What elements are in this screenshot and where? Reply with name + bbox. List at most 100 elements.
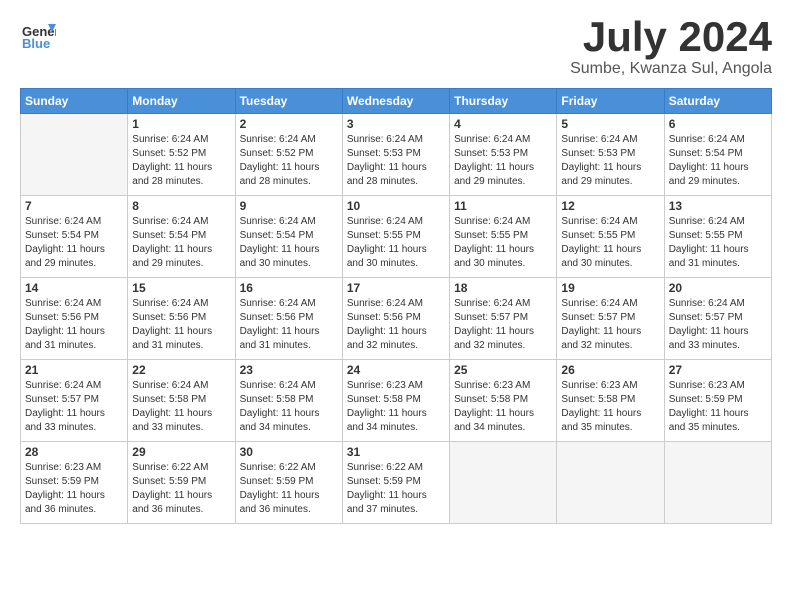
day-info: Sunrise: 6:24 AM Sunset: 5:54 PM Dayligh… — [240, 215, 338, 271]
day-info: Sunrise: 6:24 AM Sunset: 5:53 PM Dayligh… — [347, 133, 445, 189]
table-row: 2 Sunrise: 6:24 AM Sunset: 5:52 PM Daylig… — [235, 114, 342, 196]
table-row: 4 Sunrise: 6:24 AM Sunset: 5:53 PM Daylig… — [450, 114, 557, 196]
page: General Blue July 2024 Sumbe, Kwanza Sul… — [0, 0, 792, 612]
logo: General Blue — [20, 16, 56, 52]
table-row: 3 Sunrise: 6:24 AM Sunset: 5:53 PM Daylig… — [342, 114, 449, 196]
day-info: Sunrise: 6:24 AM Sunset: 5:57 PM Dayligh… — [454, 297, 552, 353]
day-info: Sunrise: 6:24 AM Sunset: 5:54 PM Dayligh… — [132, 215, 230, 271]
day-info: Sunrise: 6:24 AM Sunset: 5:55 PM Dayligh… — [561, 215, 659, 271]
header-monday: Monday — [128, 89, 235, 114]
table-row: 25 Sunrise: 6:23 AM Sunset: 5:58 PM Dayli… — [450, 360, 557, 442]
month-title: July 2024 — [570, 16, 772, 58]
day-info: Sunrise: 6:24 AM Sunset: 5:57 PM Dayligh… — [25, 379, 123, 435]
day-info: Sunrise: 6:24 AM Sunset: 5:55 PM Dayligh… — [669, 215, 767, 271]
title-area: July 2024 Sumbe, Kwanza Sul, Angola — [570, 16, 772, 78]
calendar-week-row: 1 Sunrise: 6:24 AM Sunset: 5:52 PM Daylig… — [21, 114, 772, 196]
header: General Blue July 2024 Sumbe, Kwanza Sul… — [20, 16, 772, 78]
table-row: 18 Sunrise: 6:24 AM Sunset: 5:57 PM Dayli… — [450, 278, 557, 360]
day-number: 21 — [25, 363, 123, 377]
day-number: 25 — [454, 363, 552, 377]
day-number: 4 — [454, 117, 552, 131]
day-info: Sunrise: 6:24 AM Sunset: 5:54 PM Dayligh… — [25, 215, 123, 271]
day-info: Sunrise: 6:24 AM Sunset: 5:57 PM Dayligh… — [561, 297, 659, 353]
table-row: 14Sunrise: 6:24 AM Sunset: 5:56 PM Dayli… — [21, 278, 128, 360]
day-info: Sunrise: 6:24 AM Sunset: 5:52 PM Dayligh… — [132, 133, 230, 189]
table-row: 13 Sunrise: 6:24 AM Sunset: 5:55 PM Dayli… — [664, 196, 771, 278]
day-number: 29 — [132, 445, 230, 459]
day-info: Sunrise: 6:24 AM Sunset: 5:56 PM Dayligh… — [347, 297, 445, 353]
calendar-week-row: 7 Sunrise: 6:24 AM Sunset: 5:54 PM Daylig… — [21, 196, 772, 278]
day-number: 5 — [561, 117, 659, 131]
day-info: Sunrise: 6:24 AM Sunset: 5:58 PM Dayligh… — [132, 379, 230, 435]
table-row: 9 Sunrise: 6:24 AM Sunset: 5:54 PM Daylig… — [235, 196, 342, 278]
header-thursday: Thursday — [450, 89, 557, 114]
day-number: 31 — [347, 445, 445, 459]
day-info: Sunrise: 6:24 AM Sunset: 5:57 PM Dayligh… — [669, 297, 767, 353]
day-info: Sunrise: 6:24 AM Sunset: 5:56 PM Dayligh… — [240, 297, 338, 353]
header-sunday: Sunday — [21, 89, 128, 114]
table-row: 19Sunrise: 6:24 AM Sunset: 5:57 PM Dayli… — [557, 278, 664, 360]
day-number: 27 — [669, 363, 767, 377]
day-info: Sunrise: 6:23 AM Sunset: 5:59 PM Dayligh… — [25, 461, 123, 517]
day-info: Sunrise: 6:24 AM Sunset: 5:52 PM Dayligh… — [240, 133, 338, 189]
calendar-table: Sunday Monday Tuesday Wednesday Thursday… — [20, 88, 772, 524]
day-number: 16 — [240, 281, 338, 295]
table-row: 12Sunrise: 6:24 AM Sunset: 5:55 PM Dayli… — [557, 196, 664, 278]
day-number: 15 — [132, 281, 230, 295]
header-saturday: Saturday — [664, 89, 771, 114]
day-number: 23 — [240, 363, 338, 377]
day-info: Sunrise: 6:24 AM Sunset: 5:58 PM Dayligh… — [240, 379, 338, 435]
day-number: 3 — [347, 117, 445, 131]
table-row: 10 Sunrise: 6:24 AM Sunset: 5:55 PM Dayli… — [342, 196, 449, 278]
day-info: Sunrise: 6:23 AM Sunset: 5:58 PM Dayligh… — [454, 379, 552, 435]
table-row: 11Sunrise: 6:24 AM Sunset: 5:55 PM Dayli… — [450, 196, 557, 278]
day-number: 7 — [25, 199, 123, 213]
table-row: 27Sunrise: 6:23 AM Sunset: 5:59 PM Dayli… — [664, 360, 771, 442]
day-number: 14 — [25, 281, 123, 295]
table-row: 15 Sunrise: 6:24 AM Sunset: 5:56 PM Dayli… — [128, 278, 235, 360]
day-info: Sunrise: 6:24 AM Sunset: 5:55 PM Dayligh… — [347, 215, 445, 271]
day-number: 1 — [132, 117, 230, 131]
header-wednesday: Wednesday — [342, 89, 449, 114]
table-row: 8 Sunrise: 6:24 AM Sunset: 5:54 PM Daylig… — [128, 196, 235, 278]
day-info: Sunrise: 6:23 AM Sunset: 5:58 PM Dayligh… — [347, 379, 445, 435]
table-row: 1 Sunrise: 6:24 AM Sunset: 5:52 PM Daylig… — [128, 114, 235, 196]
table-row — [450, 442, 557, 524]
table-row: 24 Sunrise: 6:23 AM Sunset: 5:58 PM Dayli… — [342, 360, 449, 442]
day-info: Sunrise: 6:24 AM Sunset: 5:53 PM Dayligh… — [561, 133, 659, 189]
day-info: Sunrise: 6:22 AM Sunset: 5:59 PM Dayligh… — [240, 461, 338, 517]
table-row: 21 Sunrise: 6:24 AM Sunset: 5:57 PM Dayli… — [21, 360, 128, 442]
day-number: 18 — [454, 281, 552, 295]
table-row: 30Sunrise: 6:22 AM Sunset: 5:59 PM Dayli… — [235, 442, 342, 524]
table-row: 6 Sunrise: 6:24 AM Sunset: 5:54 PM Daylig… — [664, 114, 771, 196]
logo-icon: General Blue — [20, 16, 56, 52]
day-info: Sunrise: 6:22 AM Sunset: 5:59 PM Dayligh… — [347, 461, 445, 517]
table-row: 16 Sunrise: 6:24 AM Sunset: 5:56 PM Dayli… — [235, 278, 342, 360]
day-info: Sunrise: 6:24 AM Sunset: 5:54 PM Dayligh… — [669, 133, 767, 189]
table-row: 26 Sunrise: 6:23 AM Sunset: 5:58 PM Dayli… — [557, 360, 664, 442]
day-info: Sunrise: 6:24 AM Sunset: 5:55 PM Dayligh… — [454, 215, 552, 271]
day-number: 22 — [132, 363, 230, 377]
table-row: 29 Sunrise: 6:22 AM Sunset: 5:59 PM Dayli… — [128, 442, 235, 524]
day-number: 13 — [669, 199, 767, 213]
day-number: 24 — [347, 363, 445, 377]
day-number: 26 — [561, 363, 659, 377]
table-row — [664, 442, 771, 524]
calendar-week-row: 21 Sunrise: 6:24 AM Sunset: 5:57 PM Dayli… — [21, 360, 772, 442]
table-row: 5 Sunrise: 6:24 AM Sunset: 5:53 PM Daylig… — [557, 114, 664, 196]
day-info: Sunrise: 6:22 AM Sunset: 5:59 PM Dayligh… — [132, 461, 230, 517]
table-row: 17Sunrise: 6:24 AM Sunset: 5:56 PM Dayli… — [342, 278, 449, 360]
day-info: Sunrise: 6:24 AM Sunset: 5:56 PM Dayligh… — [132, 297, 230, 353]
day-number: 2 — [240, 117, 338, 131]
table-row: 20Sunrise: 6:24 AM Sunset: 5:57 PM Dayli… — [664, 278, 771, 360]
day-info: Sunrise: 6:24 AM Sunset: 5:53 PM Dayligh… — [454, 133, 552, 189]
day-number: 28 — [25, 445, 123, 459]
day-number: 9 — [240, 199, 338, 213]
day-number: 6 — [669, 117, 767, 131]
day-number: 10 — [347, 199, 445, 213]
day-info: Sunrise: 6:23 AM Sunset: 5:58 PM Dayligh… — [561, 379, 659, 435]
day-number: 8 — [132, 199, 230, 213]
header-friday: Friday — [557, 89, 664, 114]
table-row: 31 Sunrise: 6:22 AM Sunset: 5:59 PM Dayli… — [342, 442, 449, 524]
calendar-header-row: Sunday Monday Tuesday Wednesday Thursday… — [21, 89, 772, 114]
